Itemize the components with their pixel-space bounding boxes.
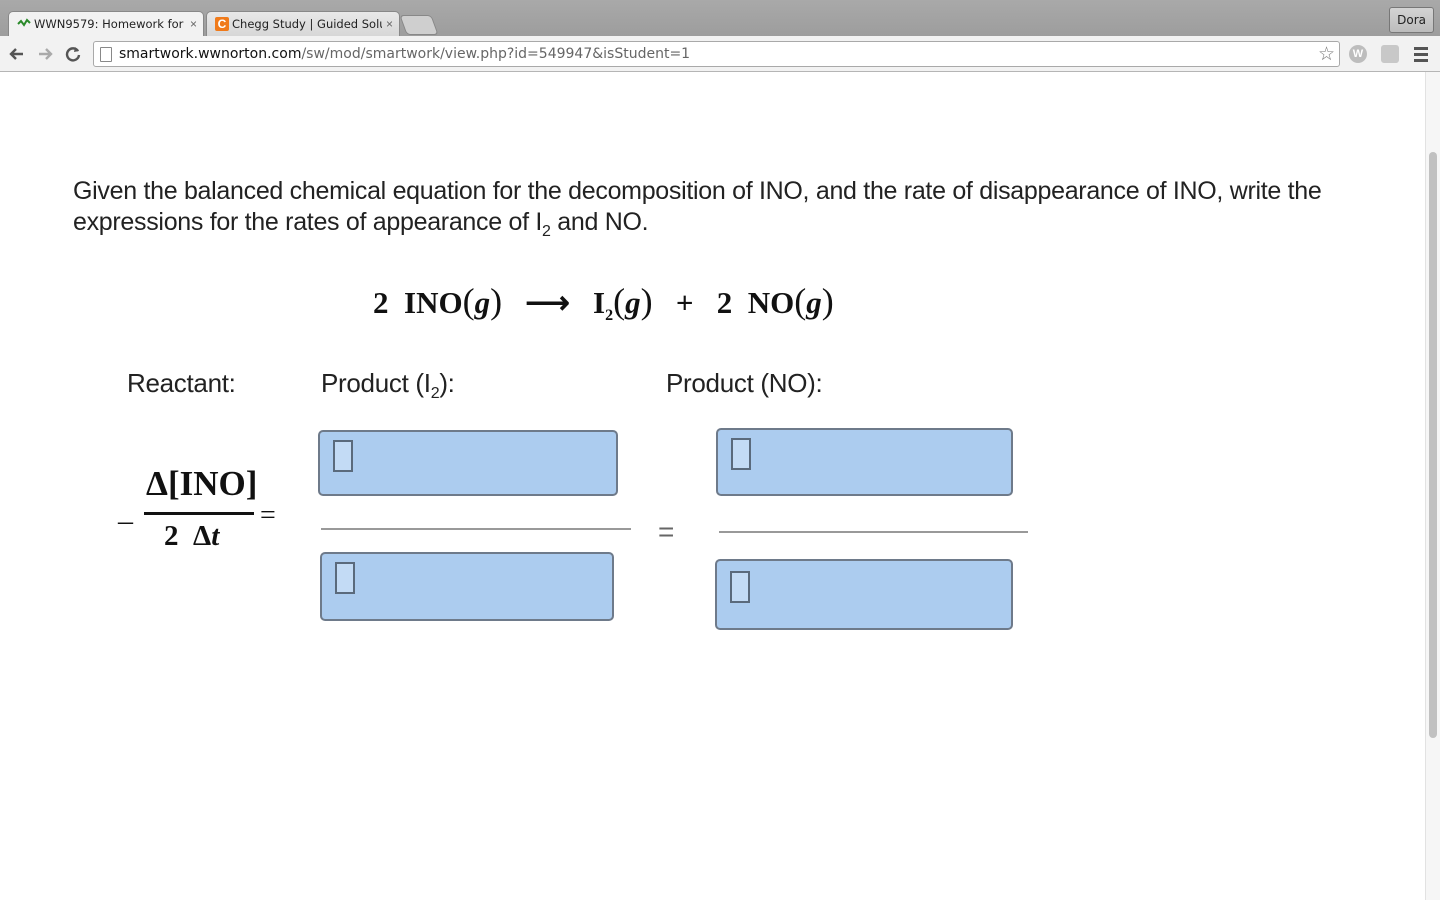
reactant-label: Reactant: [127, 368, 236, 398]
i2-denominator-input[interactable] [320, 552, 614, 621]
forward-arrow-icon[interactable] [34, 43, 56, 65]
no-fraction-line [719, 531, 1028, 533]
question-text-part1: Given the balanced chemical equation for… [73, 177, 1322, 236]
denominator-t: t [211, 520, 220, 552]
product1-subscript: 2 [605, 307, 614, 325]
no-numerator-input[interactable] [716, 428, 1013, 496]
question-text-part2: and NO. [550, 208, 649, 236]
url-host: smartwork.wwnorton.com [119, 46, 302, 62]
reactant-formula: INO [404, 285, 463, 320]
bookmark-star-icon[interactable]: ☆ [1318, 43, 1335, 66]
tab-wwnorton-homework[interactable]: WWN9579: Homework for × [8, 11, 204, 36]
wwnorton-favicon [17, 17, 31, 31]
rate-numerator: Δ[INO] [146, 464, 258, 503]
equals-sign-between-products: = [658, 516, 675, 547]
extension-puzzle-icon[interactable] [1381, 45, 1399, 63]
negative-sign: – [118, 504, 133, 537]
coefficient-product2: 2 [716, 285, 733, 320]
w-extension-icon[interactable]: W [1349, 45, 1367, 63]
plus-sign: + [675, 285, 694, 320]
tab-strip: WWN9579: Homework for × C Chegg Study | … [0, 0, 1440, 36]
tab-chegg-study[interactable]: C Chegg Study | Guided Solu × [206, 11, 400, 36]
input-placeholder-box [731, 438, 751, 470]
tab-title: WWN9579: Homework for [34, 17, 184, 31]
url-path: /sw/mod/smartwork/view.php?id=549947&isS… [301, 46, 691, 62]
reactant-state: g [474, 285, 491, 320]
fraction-bar [144, 512, 254, 515]
back-arrow-icon[interactable] [6, 43, 28, 65]
denominator-delta: Δ [193, 520, 212, 552]
address-bar[interactable]: smartwork.wwnorton.com/sw/mod/smartwork/… [93, 41, 1340, 67]
product-i2-label-suffix: ): [439, 368, 455, 398]
tab-close-icon[interactable]: × [386, 17, 393, 31]
page-icon [100, 47, 112, 62]
question-text: Given the balanced chemical equation for… [73, 176, 1393, 247]
equals-sign: = [260, 500, 276, 531]
input-placeholder-box [335, 562, 355, 594]
question-subscript: 2 [542, 223, 551, 240]
i2-fraction-line [321, 528, 631, 530]
product-i2-label-prefix: Product (I [321, 368, 431, 398]
tab-title: Chegg Study | Guided Solu [232, 17, 382, 31]
url-text[interactable]: smartwork.wwnorton.com/sw/mod/smartwork/… [119, 46, 690, 62]
scrollbar-thumb[interactable] [1429, 152, 1437, 738]
browser-toolbar: smartwork.wwnorton.com/sw/mod/smartwork/… [0, 36, 1440, 72]
menu-icon[interactable] [1414, 47, 1428, 65]
product1-state: g [625, 285, 641, 320]
input-placeholder-box [333, 440, 353, 472]
input-placeholder-box [730, 571, 750, 603]
reaction-arrow: ⟶ [525, 285, 570, 320]
i2-numerator-input[interactable] [318, 430, 618, 496]
product1-formula: I [593, 285, 606, 320]
reload-icon[interactable] [62, 43, 84, 65]
vertical-scrollbar[interactable] [1425, 72, 1440, 900]
product-no-label: Product (NO): [666, 368, 823, 398]
new-tab-button[interactable] [399, 15, 439, 35]
product-i2-label: Product (I2): [321, 368, 455, 403]
tab-close-icon[interactable]: × [190, 17, 197, 31]
denominator-coefficient: 2 [164, 520, 179, 552]
profile-button[interactable]: Dora [1389, 7, 1434, 33]
no-denominator-input[interactable] [715, 559, 1013, 630]
chemical-equation: 2 INO(g) ⟶ I2(g) + 2 NO(g) [373, 281, 834, 325]
coefficient-reactant: 2 [373, 285, 389, 320]
product2-formula: NO [747, 285, 795, 320]
rate-denominator: 2 Δt [164, 520, 219, 553]
chegg-favicon: C [215, 17, 229, 31]
product2-state: g [806, 285, 822, 320]
